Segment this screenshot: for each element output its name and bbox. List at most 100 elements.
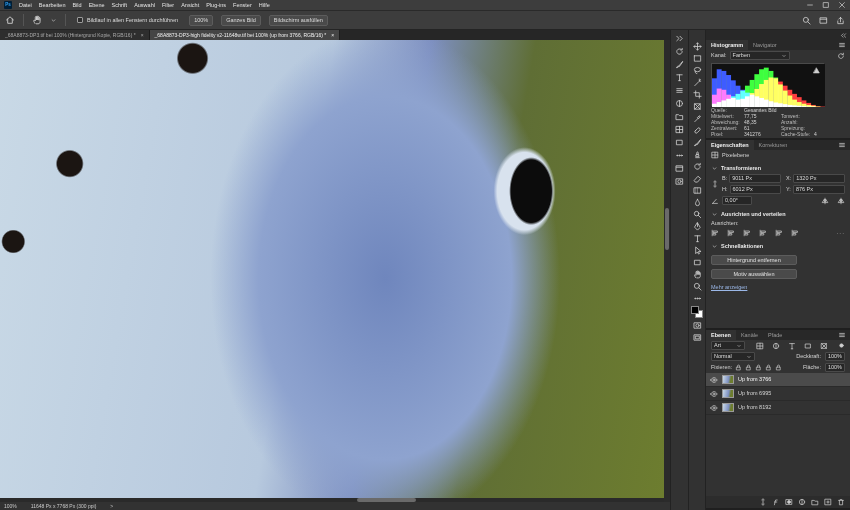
section-title[interactable]: Transformieren (721, 165, 761, 172)
new-layer-icon[interactable] (824, 498, 832, 506)
section-title[interactable]: Ausrichten und verteilen (721, 211, 786, 218)
vertical-scroll-thumb[interactable] (665, 208, 669, 250)
field-input[interactable]: 9011 Px (729, 174, 781, 183)
flip-horizontal-icon[interactable] (821, 197, 829, 205)
menu-item[interactable]: Auswahl (134, 0, 155, 10)
workspace-icon[interactable] (819, 16, 828, 25)
rectangle-icon[interactable] (693, 258, 702, 267)
new-group-icon[interactable] (811, 498, 819, 506)
align-icon[interactable] (791, 229, 799, 237)
horizontal-scrollbar[interactable] (0, 498, 664, 502)
expand-panels-icon[interactable] (675, 34, 684, 43)
dodge-icon[interactable] (693, 210, 702, 219)
channel-select[interactable]: Farben (730, 51, 790, 60)
screen-mode-icon[interactable] (693, 333, 702, 342)
link-layers-icon[interactable] (759, 498, 767, 506)
history-brush-icon[interactable] (693, 162, 702, 171)
menu-item[interactable]: Datei (19, 0, 32, 10)
document-tab-label[interactable]: _68A8873-DP3.tif bei 100% (Hintergrund K… (5, 30, 136, 40)
panel-tab[interactable]: Eigenschaften (706, 140, 754, 150)
menu-item[interactable]: Filter (162, 0, 174, 10)
filter-pixel-icon[interactable] (756, 342, 764, 350)
lock-transparency-icon[interactable] (735, 364, 742, 371)
field-input[interactable]: 1320 Px (793, 174, 845, 183)
menu-item[interactable]: Fenster (233, 0, 252, 10)
vertical-scrollbar[interactable] (664, 40, 670, 502)
eraser-icon[interactable] (693, 174, 702, 183)
libraries-icon[interactable] (675, 112, 684, 121)
menu-item[interactable]: Hilfe (259, 0, 270, 10)
panel-tab[interactable]: Navigator (748, 40, 782, 50)
link-dimensions-icon[interactable] (711, 180, 719, 188)
align-icon[interactable] (727, 229, 735, 237)
menu-item[interactable]: Bearbeiten (39, 0, 66, 10)
align-icon[interactable] (711, 229, 719, 237)
document-tab[interactable]: _68A8873-DP3.tif bei 100% (Hintergrund K… (0, 30, 150, 40)
align-icon[interactable] (775, 229, 783, 237)
zoom-button[interactable]: Ganzes Bild (221, 15, 261, 26)
brush-icon[interactable] (693, 138, 702, 147)
frame-icon[interactable] (693, 102, 702, 111)
clone-stamp-icon[interactable] (693, 150, 702, 159)
share-icon[interactable] (836, 16, 845, 25)
properties-icon[interactable] (675, 164, 684, 173)
foreground-color-swatch[interactable] (691, 306, 699, 314)
minimize-icon[interactable] (806, 1, 814, 9)
color-swatches[interactable] (691, 306, 703, 318)
checkbox[interactable] (77, 17, 83, 23)
layer-name[interactable]: Up from 8192 (738, 404, 771, 411)
channel-select-value[interactable]: Farben (733, 52, 750, 59)
filter-shape-icon[interactable] (804, 342, 812, 350)
app-logo[interactable]: Ps (4, 1, 12, 9)
layer-row[interactable]: Up from 8192 (706, 401, 850, 415)
panel-tab[interactable]: Kanäle (736, 330, 763, 340)
field-input[interactable]: 6012 Px (730, 185, 782, 194)
section-chevron-icon[interactable] (711, 211, 718, 218)
layer-filter-select[interactable]: Art (711, 341, 745, 350)
align-section[interactable]: Ausrichten und verteilen (706, 210, 850, 219)
crop-icon[interactable] (693, 90, 702, 99)
section-chevron-icon[interactable] (711, 165, 718, 172)
menu-item[interactable]: Plug-ins (206, 0, 226, 10)
pen-icon[interactable] (693, 222, 702, 231)
lock-all-icon[interactable] (775, 364, 782, 371)
quick-select-icon[interactable] (693, 78, 702, 87)
history-icon[interactable] (675, 47, 684, 56)
move-icon[interactable] (693, 42, 702, 51)
show-more-link[interactable]: Mehr anzeigen (711, 284, 747, 291)
eyedropper-icon[interactable] (693, 114, 702, 123)
paragraph-icon[interactable] (675, 86, 684, 95)
dropdown-caret-icon[interactable] (736, 343, 742, 349)
lock-position-icon[interactable] (755, 364, 762, 371)
gradient-icon[interactable] (693, 186, 702, 195)
marquee-icon[interactable] (693, 54, 702, 63)
layer-name[interactable]: Up from 6995 (738, 390, 771, 397)
panel-tab[interactable]: Histogramm (706, 40, 748, 50)
layer-comps-icon[interactable] (675, 177, 684, 186)
search-icon[interactable] (802, 16, 811, 25)
new-adjustment-icon[interactable] (798, 498, 806, 506)
status-menu-arrow[interactable]: > (110, 503, 113, 509)
photo[interactable] (0, 40, 664, 498)
layer-row[interactable]: Up from 3766 (706, 373, 850, 387)
delete-layer-icon[interactable] (837, 498, 845, 506)
quick-mask-icon[interactable] (693, 321, 702, 330)
panel-menu-icon[interactable] (838, 330, 846, 340)
layer-filter-select-value[interactable]: Art (714, 342, 721, 349)
visibility-icon[interactable] (710, 404, 718, 412)
document-tab[interactable]: _68A8873-DP3-high fidelity v2-11648w.tif… (150, 30, 341, 40)
close-tab-button[interactable]: × (141, 30, 144, 40)
field-input[interactable]: 876 Px (793, 185, 845, 194)
panel-menu-icon[interactable] (838, 40, 846, 50)
quick-action-button[interactable]: Hintergrund entfernen (711, 255, 797, 265)
menu-item[interactable]: Bild (72, 0, 81, 10)
quick-action-button[interactable]: Motiv auswählen (711, 269, 797, 279)
align-icon[interactable] (743, 229, 751, 237)
healing-brush-icon[interactable] (693, 126, 702, 135)
panel-tab[interactable]: Korrekturen (754, 140, 793, 150)
more-align-button[interactable]: ··· (837, 230, 846, 237)
blur-icon[interactable] (693, 198, 702, 207)
menu-item[interactable]: Ansicht (181, 0, 199, 10)
scroll-all-checkbox[interactable]: Bildlauf in allen Fenstern durchführen (77, 17, 178, 24)
visibility-icon[interactable] (710, 390, 718, 398)
